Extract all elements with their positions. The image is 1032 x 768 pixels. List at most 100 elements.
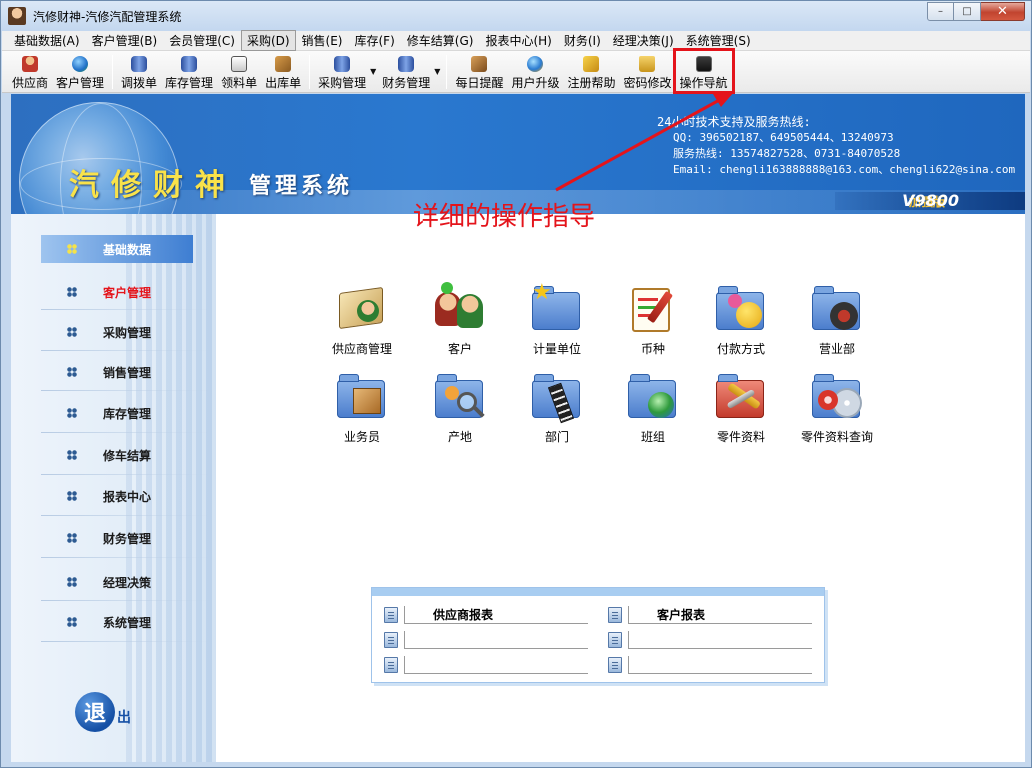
module-label: 业务员 (343, 430, 380, 444)
nav-divider (41, 600, 211, 601)
nav-item-manager-decision[interactable]: 经理决策 (41, 567, 196, 597)
nav-item-label: 经理决策 (103, 575, 152, 590)
inventory-mgmt-button[interactable]: 库存管理 (161, 51, 217, 91)
window-controls: – □ ✕ (927, 2, 1025, 21)
finance-mgmt-button[interactable]: 财务管理 (378, 51, 434, 91)
toolbar-separator (446, 55, 448, 89)
report-panel: 供应商报表 客户报表 (371, 587, 825, 683)
module-customer[interactable]: 客户 (412, 282, 508, 357)
nav-item-sales[interactable]: 销售管理 (41, 357, 196, 387)
nav-bullet-icon (67, 491, 77, 501)
nav-divider (41, 390, 211, 391)
module-currency[interactable]: 币种 (605, 282, 701, 357)
customer-report-link[interactable]: 客户报表 (628, 606, 812, 624)
module-parts[interactable]: 零件资料 (693, 370, 789, 445)
password-change-button[interactable]: 密码修改 (619, 51, 675, 91)
customer-mgmt-button[interactable]: 客户管理 (52, 51, 108, 91)
nav-divider (41, 515, 211, 516)
nav-item-label: 报表中心 (103, 489, 152, 504)
purchase-mgmt-button[interactable]: 采购管理 (314, 51, 370, 91)
customer-people-icon (433, 282, 487, 336)
nav-item-system[interactable]: 系统管理 (41, 607, 196, 637)
finance-dropdown-arrow-icon[interactable]: ▼ (434, 67, 440, 76)
user-upgrade-label: 用户升级 (511, 76, 560, 90)
module-salesman[interactable]: 业务员 (314, 370, 410, 445)
menu-system[interactable]: 系统管理(S) (680, 30, 757, 51)
supplier-report-link[interactable]: 供应商报表 (404, 606, 588, 624)
module-unit[interactable]: ★ 计量单位 (509, 282, 605, 357)
nav-item-purchase[interactable]: 采购管理 (41, 317, 196, 347)
material-req-label: 领料单 (221, 76, 258, 90)
close-button[interactable]: ✕ (981, 2, 1025, 21)
module-label: 部门 (544, 430, 569, 444)
module-label: 供应商管理 (331, 342, 392, 356)
nav-item-label: 基础数据 (103, 242, 152, 257)
finance-cylinder-icon (398, 56, 415, 72)
exit-button[interactable]: 退 出 (75, 692, 131, 732)
report-line-empty (404, 631, 588, 649)
user-upgrade-button[interactable]: 用户升级 (507, 51, 563, 91)
team-folder-globe-icon (626, 370, 680, 424)
material-req-button[interactable]: 领料单 (217, 51, 261, 91)
report-row-empty (384, 629, 588, 651)
menu-basic-data[interactable]: 基础数据(A) (8, 30, 86, 51)
report-line-empty (628, 656, 812, 674)
title-bar[interactable]: 汽修财神-汽修汽配管理系统 – □ ✕ (1, 1, 1031, 31)
exit-label: 出 (117, 710, 131, 726)
upgrade-globe-icon (527, 56, 544, 72)
nav-item-customer[interactable]: 客户管理 (41, 277, 196, 307)
operation-guide-button[interactable]: 操作导航 (672, 48, 735, 94)
minimize-button[interactable]: – (927, 2, 954, 21)
nav-item-repair-settlement[interactable]: 修车结算 (41, 440, 196, 470)
menu-report-center[interactable]: 报表中心(H) (479, 30, 557, 51)
nav-item-inventory[interactable]: 库存管理 (41, 398, 196, 428)
nav-divider (41, 350, 211, 351)
menu-finance[interactable]: 财务(I) (558, 30, 607, 51)
nav-bullet-icon (67, 533, 77, 543)
salesman-folder-box-icon (335, 370, 389, 424)
module-parts-query[interactable]: 零件资料查询 (789, 370, 885, 445)
app-window: 汽修财神-汽修汽配管理系统 – □ ✕ 基础数据(A) 客户管理(B) 会员管理… (0, 0, 1032, 768)
menu-manager-decision[interactable]: 经理决策(J) (607, 30, 680, 51)
menu-purchase[interactable]: 采购(D) (240, 30, 296, 51)
menu-customer[interactable]: 客户管理(B) (86, 30, 164, 51)
document-icon (384, 607, 398, 623)
transfer-button[interactable]: 调拨单 (117, 51, 161, 91)
outbound-button[interactable]: 出库单 (261, 51, 305, 91)
material-req-icon (231, 56, 248, 72)
module-label: 零件资料查询 (800, 430, 873, 444)
nav-bullet-icon (67, 327, 77, 337)
module-label: 币种 (640, 342, 665, 356)
nav-divider (41, 474, 211, 475)
toolbar-separator (309, 55, 311, 89)
nav-divider (41, 432, 211, 433)
nav-divider (41, 641, 211, 642)
customer-mgmt-label: 客户管理 (56, 76, 105, 90)
purchase-dropdown-arrow-icon[interactable]: ▼ (370, 67, 376, 76)
maximize-button[interactable]: □ (954, 2, 981, 21)
menu-inventory[interactable]: 库存(F) (349, 30, 401, 51)
brand-title: 汽修财神 (69, 168, 237, 203)
report-row[interactable]: 供应商报表 (384, 604, 588, 626)
nav-item-label: 库存管理 (103, 406, 152, 421)
menu-sales[interactable]: 销售(E) (296, 30, 349, 51)
app-logo-icon (8, 7, 26, 25)
module-branch[interactable]: 营业部 (789, 282, 885, 357)
nav-item-finance[interactable]: 财务管理 (41, 523, 196, 553)
module-payment[interactable]: 付款方式 (693, 282, 789, 357)
report-line-empty (404, 656, 588, 674)
register-help-button[interactable]: 注册帮助 (563, 51, 619, 91)
daily-reminder-button[interactable]: 每日提醒 (451, 51, 507, 91)
module-team[interactable]: 班组 (605, 370, 701, 445)
module-supplier-mgmt[interactable]: 供应商管理 (314, 282, 410, 357)
module-department[interactable]: 部门 (509, 370, 605, 445)
module-origin[interactable]: 产地 (412, 370, 508, 445)
report-row[interactable]: 客户报表 (608, 604, 812, 626)
menu-repair-settlement[interactable]: 修车结算(G) (401, 30, 480, 51)
nav-bullet-icon (67, 287, 77, 297)
nav-item-basic-data[interactable]: 基础数据 (41, 235, 193, 263)
nav-item-report-center[interactable]: 报表中心 (41, 481, 196, 511)
supplier-button[interactable]: 供应商 (8, 51, 52, 91)
menu-member[interactable]: 会员管理(C) (163, 30, 241, 51)
module-label: 产地 (447, 430, 472, 444)
